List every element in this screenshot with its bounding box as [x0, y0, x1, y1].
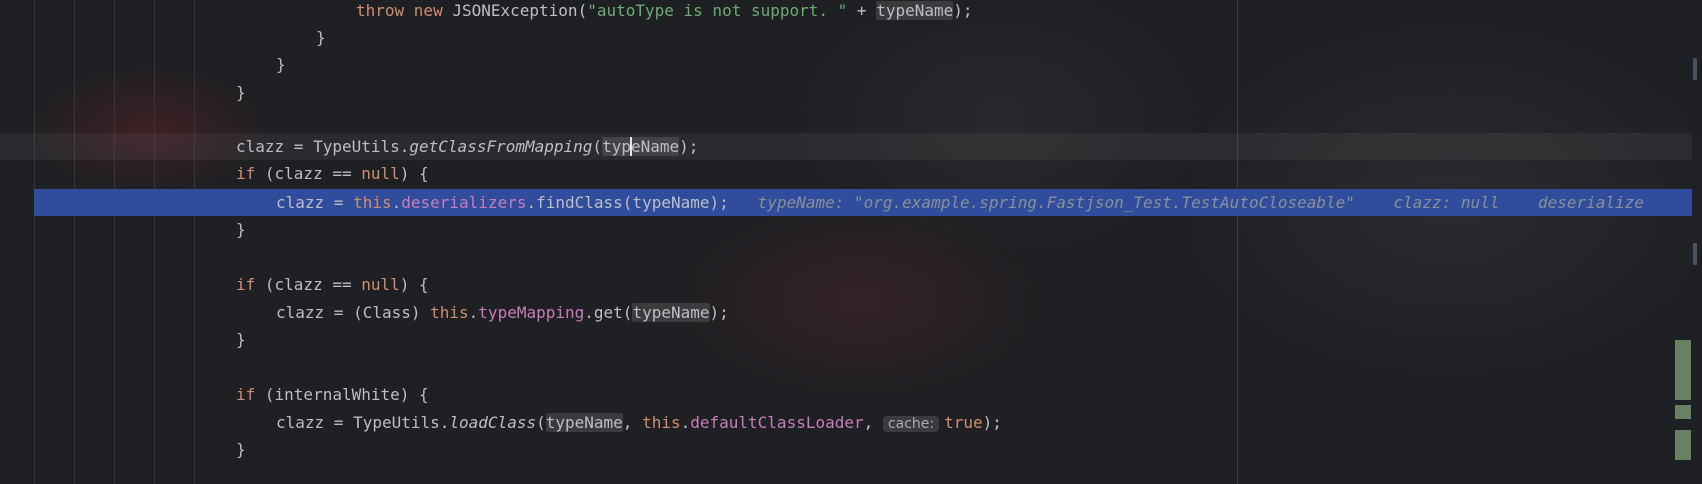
- brace: }: [276, 55, 286, 74]
- code-text: .get(: [584, 303, 633, 322]
- code-line-if-internal-white[interactable]: if (internalWhite) {: [236, 381, 429, 408]
- indent-guide: [74, 0, 75, 484]
- keyword: null: [361, 164, 400, 183]
- code-line-brace[interactable]: }: [236, 79, 246, 106]
- code-line-type-mapping[interactable]: clazz = (Class) this.typeMapping.get(typ…: [276, 299, 729, 326]
- scrollbar-marker[interactable]: [1693, 58, 1697, 80]
- code-line-brace[interactable]: }: [276, 51, 286, 78]
- code-text: .: [468, 303, 479, 322]
- indent-guide: [114, 0, 115, 484]
- variable-part: typ: [602, 137, 631, 156]
- keyword: if: [236, 275, 256, 294]
- error-stripe-markers[interactable]: [1675, 430, 1691, 460]
- code-line-brace[interactable]: }: [236, 216, 246, 243]
- parameter-name-hint: cache:: [882, 416, 940, 432]
- variable-usage-highlight: typeName: [632, 303, 710, 322]
- code-text: .findClass(typeName);: [526, 193, 729, 212]
- field-reference: deserializers: [401, 193, 527, 212]
- code-text: (: [536, 413, 546, 432]
- code-text: (internalWhite) {: [255, 385, 429, 404]
- keyword: if: [236, 385, 256, 404]
- error-stripe-markers[interactable]: [1675, 340, 1691, 400]
- brace: }: [316, 28, 326, 47]
- code-text: );: [679, 137, 699, 156]
- keyword: if: [236, 164, 256, 183]
- code-line-find-class[interactable]: clazz = this.deserializers.findClass(typ…: [276, 189, 1644, 216]
- code-line-brace[interactable]: }: [236, 326, 246, 353]
- indent-guide: [154, 0, 155, 484]
- code-text: (: [592, 137, 603, 156]
- variable-usage-highlight: typeName: [545, 413, 623, 432]
- static-method-call: getClassFromMapping: [409, 137, 593, 156]
- field-reference: typeMapping: [478, 303, 585, 322]
- keyword: this: [430, 303, 469, 322]
- code-text: );: [982, 413, 1002, 432]
- code-text: (clazz ==: [255, 164, 362, 183]
- indent-guide: [34, 0, 35, 484]
- debugger-inline-value[interactable]: deserialize: [1538, 193, 1644, 212]
- code-text: );: [709, 303, 729, 322]
- scrollbar-marker[interactable]: [1693, 243, 1697, 265]
- code-line-throw[interactable]: throw new JSONException("autoType is not…: [356, 0, 973, 24]
- keyword: this: [642, 413, 681, 432]
- keyword: null: [361, 275, 400, 294]
- code-line-brace[interactable]: }: [236, 436, 246, 463]
- string-literal: "autoType is not support. ": [587, 1, 848, 20]
- keyword: true: [944, 413, 983, 432]
- variable-usage-highlight: typeName: [602, 137, 680, 156]
- code-line-get-class-from-mapping[interactable]: clazz = TypeUtils.getClassFromMapping(ty…: [236, 133, 698, 160]
- code-line-if-null[interactable]: if (clazz == null) {: [236, 160, 429, 187]
- code-text: .: [391, 193, 402, 212]
- field-reference: defaultClassLoader: [690, 413, 864, 432]
- code-line-if-null[interactable]: if (clazz == null) {: [236, 271, 429, 298]
- code-text: );: [953, 1, 973, 20]
- code-text: clazz = TypeUtils.: [236, 137, 410, 156]
- variable-part: eName: [630, 137, 680, 156]
- debugger-inline-value[interactable]: typeName: "org.example.spring.Fastjson_T…: [758, 193, 1355, 212]
- debugger-inline-value[interactable]: clazz: null: [1393, 193, 1499, 212]
- keyword: throw new: [356, 1, 443, 20]
- code-text: ) {: [399, 164, 429, 183]
- code-text: (clazz ==: [255, 275, 362, 294]
- code-text: .: [680, 413, 691, 432]
- code-text: ) {: [399, 275, 429, 294]
- code-text: ,: [863, 413, 883, 432]
- code-line-load-class[interactable]: clazz = TypeUtils.loadClass(typeName, th…: [276, 409, 1002, 436]
- code-text: clazz = TypeUtils.: [276, 413, 450, 432]
- code-text: JSONException(: [442, 1, 588, 20]
- code-text: clazz = (Class): [276, 303, 431, 322]
- error-stripe-markers[interactable]: [1675, 405, 1691, 419]
- right-margin-guide: [1237, 0, 1238, 484]
- keyword: this: [353, 193, 392, 212]
- static-method-call: loadClass: [449, 413, 537, 432]
- code-text: +: [847, 1, 877, 20]
- brace: }: [236, 83, 246, 102]
- indent-guide: [194, 0, 195, 484]
- variable-usage-highlight: typeName: [876, 1, 954, 20]
- brace: }: [236, 440, 246, 459]
- code-text: ,: [622, 413, 643, 432]
- code-text: clazz =: [276, 193, 354, 212]
- brace: }: [236, 220, 246, 239]
- brace: }: [236, 330, 246, 349]
- code-line-brace[interactable]: }: [316, 24, 326, 51]
